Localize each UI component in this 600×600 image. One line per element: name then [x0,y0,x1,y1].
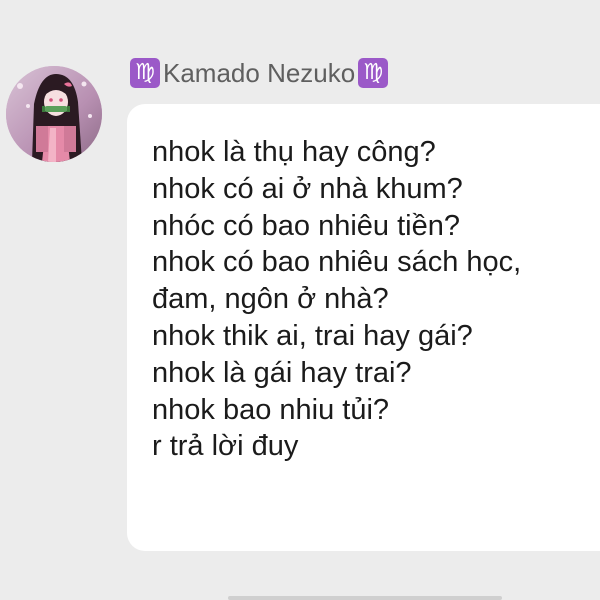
message-line: nhok có bao nhiêu sách học, [152,246,522,279]
sender-name-row[interactable]: ♍ Kamado Nezuko ♍ [130,56,389,90]
message-line: nhok bao nhiu tủi? [152,393,390,426]
sender-name: Kamado Nezuko [163,57,356,88]
message-line: nhok là gái hay trai? [152,356,412,389]
virgo-icon: ♍ [130,58,160,88]
message-text: nhok là thụ hay công? nhok có ai ở nhà k… [152,134,521,465]
avatar-picture [6,66,102,162]
virgo-icon: ♍ [358,58,389,88]
avatar[interactable] [6,66,102,162]
message-line: đam, ngôn ở nhà? [152,283,389,316]
message-line: r trả lời đuy [152,430,299,463]
scroll-indicator [228,596,502,600]
chat-screen: ♍ Kamado Nezuko ♍ nhok là thụ hay công? … [0,0,600,600]
message-line: nhok thik ai, trai hay gái? [152,319,473,352]
message-line: nhóc có bao nhiêu tiền? [152,209,460,242]
message-line: nhok là thụ hay công? [152,136,436,168]
message-line: nhok có ai ở nhà khum? [152,172,463,205]
